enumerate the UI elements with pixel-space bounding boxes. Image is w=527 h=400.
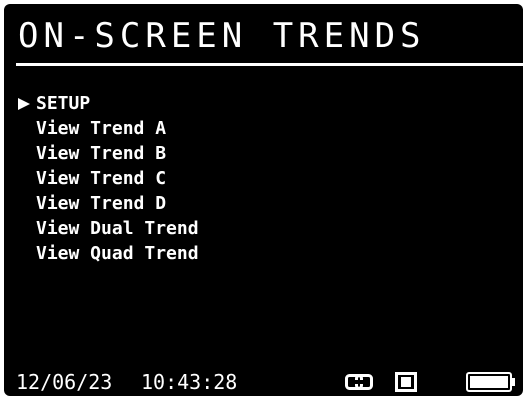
record-icon — [395, 372, 417, 392]
menu-item-label: SETUP — [36, 93, 91, 114]
trend-menu: SETUP View Trend A View Trend B View Tre… — [16, 91, 199, 266]
menu-item-label: View Trend D — [36, 193, 167, 214]
title-divider — [16, 63, 523, 66]
device-screen: ON-SCREEN TRENDS SETUP View Trend A View… — [4, 4, 523, 396]
menu-item-setup[interactable]: SETUP — [16, 91, 199, 116]
page-title: ON-SCREEN TRENDS — [18, 16, 426, 56]
menu-item-label: View Dual Trend — [36, 218, 199, 239]
menu-item-view-trend-b[interactable]: View Trend B — [16, 141, 199, 166]
menu-item-label: View Trend B — [36, 143, 167, 164]
menu-item-view-dual-trend[interactable]: View Dual Trend — [16, 216, 199, 241]
status-date: 12/06/23 — [16, 370, 113, 394]
status-time: 10:43:28 — [141, 370, 238, 394]
battery-icon — [466, 372, 515, 392]
battery-fill — [470, 376, 508, 388]
status-bar: 12/06/23 10:43:28 — [4, 368, 523, 396]
menu-item-view-trend-d[interactable]: View Trend D — [16, 191, 199, 216]
menu-item-view-trend-a[interactable]: View Trend A — [16, 116, 199, 141]
menu-item-view-trend-c[interactable]: View Trend C — [16, 166, 199, 191]
selection-cursor-icon — [18, 98, 30, 110]
menu-item-label: View Quad Trend — [36, 243, 199, 264]
menu-item-label: View Trend A — [36, 118, 167, 139]
link-icon — [345, 374, 373, 390]
menu-item-view-quad-trend[interactable]: View Quad Trend — [16, 241, 199, 266]
menu-item-label: View Trend C — [36, 168, 167, 189]
